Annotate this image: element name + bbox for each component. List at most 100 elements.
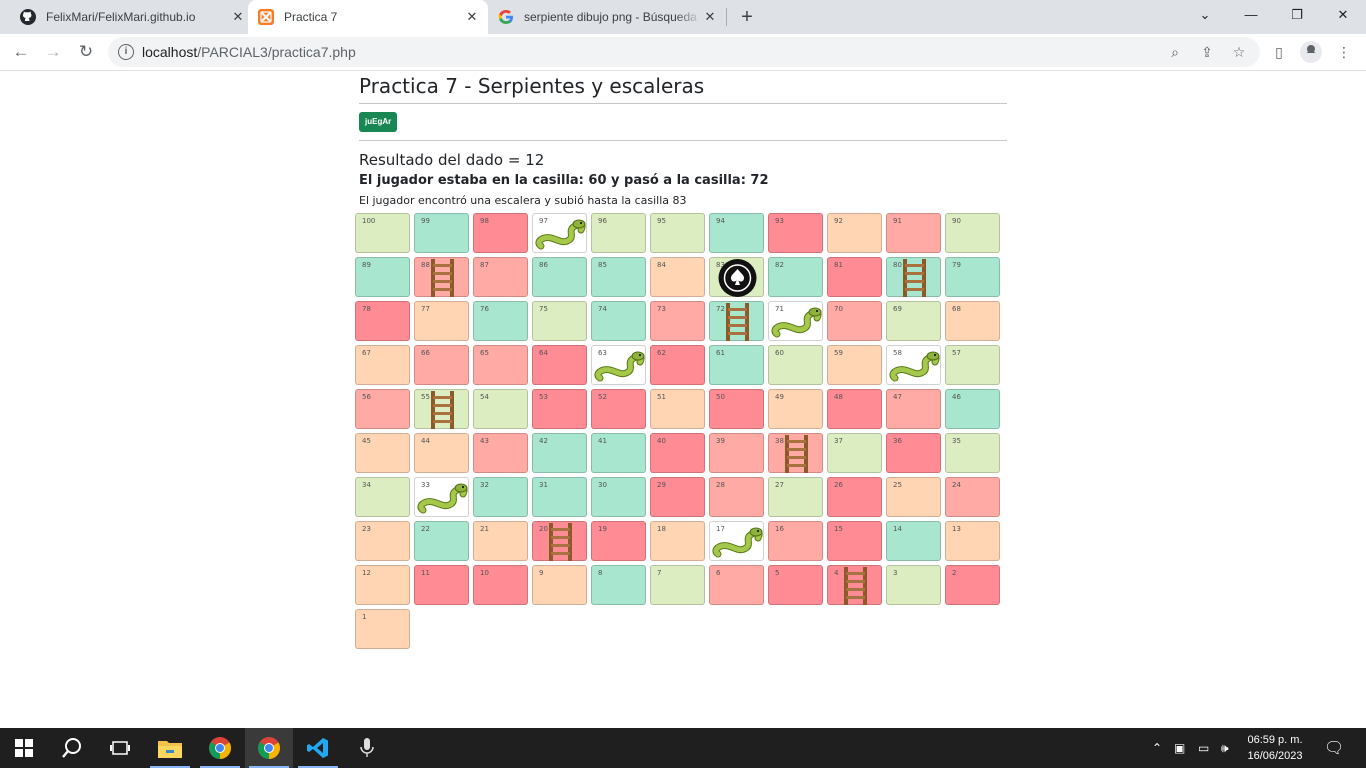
- task-view-icon[interactable]: [96, 728, 144, 768]
- voice-recorder-icon[interactable]: [343, 728, 391, 768]
- tab-divider: [726, 8, 727, 26]
- board-cell: 20: [532, 521, 587, 561]
- cell-number: 22: [421, 525, 430, 533]
- cell-number: 1: [362, 613, 367, 621]
- cell-number: 40: [657, 437, 666, 445]
- board-cell: 88: [414, 257, 469, 297]
- cell-number: 12: [362, 569, 371, 577]
- cell-number: 94: [716, 217, 725, 225]
- cell-number: 77: [421, 305, 430, 313]
- chrome-icon[interactable]: [196, 728, 244, 768]
- menu-kebab-icon[interactable]: ⋮: [1333, 41, 1355, 63]
- cell-number: 26: [834, 481, 843, 489]
- system-clock[interactable]: 06:59 p. m. 16/06/2023: [1240, 732, 1310, 764]
- board-cell: 50: [709, 389, 764, 429]
- board-cell: 26: [827, 477, 882, 517]
- board-cell: 10: [473, 565, 528, 605]
- volume-icon[interactable]: 🕪: [1221, 728, 1229, 768]
- cell-number: 95: [657, 217, 666, 225]
- cell-number: 68: [952, 305, 961, 313]
- cell-number: 44: [421, 437, 430, 445]
- board-cell: 68: [945, 301, 1000, 341]
- site-info-icon[interactable]: i: [118, 44, 134, 60]
- profile-avatar[interactable]: [1300, 41, 1322, 63]
- cell-number: 48: [834, 393, 843, 401]
- board-cell: 33: [414, 477, 469, 517]
- tab-title: Practica 7: [284, 10, 338, 24]
- cell-number: 34: [362, 481, 371, 489]
- board-cell: 80: [886, 257, 941, 297]
- cell-number: 81: [834, 261, 843, 269]
- new-tab-button[interactable]: +: [736, 6, 758, 28]
- cell-number: 42: [539, 437, 548, 445]
- cell-number: 75: [539, 305, 548, 313]
- forward-arrow-icon[interactable]: →: [42, 41, 64, 63]
- vscode-icon[interactable]: [294, 728, 342, 768]
- cell-number: 24: [952, 481, 961, 489]
- board-cell: 12: [355, 565, 410, 605]
- tab-title: FelixMari/FelixMari.github.io: [46, 10, 196, 24]
- cell-number: 29: [657, 481, 666, 489]
- cell-number: 89: [362, 261, 371, 269]
- network-icon[interactable]: ▭: [1198, 728, 1209, 768]
- back-arrow-icon[interactable]: ←: [10, 41, 32, 63]
- restore-button[interactable]: ❐: [1284, 4, 1310, 26]
- tab-search-chevron-icon[interactable]: ⌄: [1192, 4, 1218, 26]
- cell-number: 98: [480, 217, 489, 225]
- cell-number: 76: [480, 305, 489, 313]
- board-cell: 62: [650, 345, 705, 385]
- tab-practica-7[interactable]: Practica 7 ✕: [248, 0, 488, 34]
- cell-number: 6: [716, 569, 721, 577]
- share-icon[interactable]: ⇪: [1198, 43, 1216, 61]
- board-cell: 14: [886, 521, 941, 561]
- board-cell: 100: [355, 213, 410, 253]
- board-cell: 13: [945, 521, 1000, 561]
- board-cell: 69: [886, 301, 941, 341]
- board-cell: 64: [532, 345, 587, 385]
- cell-number: 30: [598, 481, 607, 489]
- show-hidden-icons-icon[interactable]: ⌃: [1152, 728, 1162, 768]
- board-cell: 99: [414, 213, 469, 253]
- cell-number: 13: [952, 525, 961, 533]
- board-cell: 18: [650, 521, 705, 561]
- board-cell: 3: [886, 565, 941, 605]
- board-cell: 55: [414, 389, 469, 429]
- close-window-button[interactable]: ✕: [1330, 4, 1356, 26]
- search-icon[interactable]: [48, 728, 96, 768]
- cell-number: 25: [893, 481, 902, 489]
- board-cell: 66: [414, 345, 469, 385]
- reload-icon[interactable]: ↻: [75, 41, 97, 63]
- cell-number: 92: [834, 217, 843, 225]
- file-explorer-icon[interactable]: [146, 728, 194, 768]
- board-cell: 78: [355, 301, 410, 341]
- play-button[interactable]: juEgAr: [359, 112, 398, 132]
- address-bar[interactable]: i localhost/PARCIAL3/practica7.php ⌕ ⇪ ☆: [108, 37, 1260, 67]
- cell-number: 60: [775, 349, 784, 357]
- minimize-button[interactable]: —: [1238, 4, 1264, 26]
- close-icon[interactable]: ✕: [702, 9, 718, 25]
- browser-toolbar: ← → ↻ i localhost/PARCIAL3/practica7.php…: [0, 34, 1366, 71]
- tab-github[interactable]: FelixMari/FelixMari.github.io ✕: [12, 0, 246, 34]
- tab-google-search[interactable]: serpiente dibujo png - Búsqueda ✕: [488, 0, 726, 34]
- board-cell: 96: [591, 213, 646, 253]
- windows-start-icon[interactable]: [0, 728, 48, 768]
- bookmark-star-icon[interactable]: ☆: [1230, 43, 1248, 61]
- notifications-icon[interactable]: 🗨: [1324, 728, 1344, 768]
- board-cell: 97: [532, 213, 587, 253]
- board-cell: 27: [768, 477, 823, 517]
- close-icon[interactable]: ✕: [464, 9, 480, 25]
- github-icon: [20, 9, 36, 25]
- side-panel-icon[interactable]: ▯: [1268, 41, 1290, 63]
- cell-number: 36: [893, 437, 902, 445]
- board-cell: 1: [355, 609, 410, 649]
- cell-number: 74: [598, 305, 607, 313]
- chrome-icon[interactable]: [245, 728, 293, 768]
- close-icon[interactable]: ✕: [230, 9, 246, 25]
- clock-date: 16/06/2023: [1247, 750, 1303, 762]
- device-icon[interactable]: ▣: [1174, 728, 1185, 768]
- cell-number: 18: [657, 525, 666, 533]
- cell-number: 61: [716, 349, 725, 357]
- zoom-search-icon[interactable]: ⌕: [1166, 43, 1184, 61]
- url-text[interactable]: localhost/PARCIAL3/practica7.php: [142, 44, 356, 60]
- cell-number: 31: [539, 481, 548, 489]
